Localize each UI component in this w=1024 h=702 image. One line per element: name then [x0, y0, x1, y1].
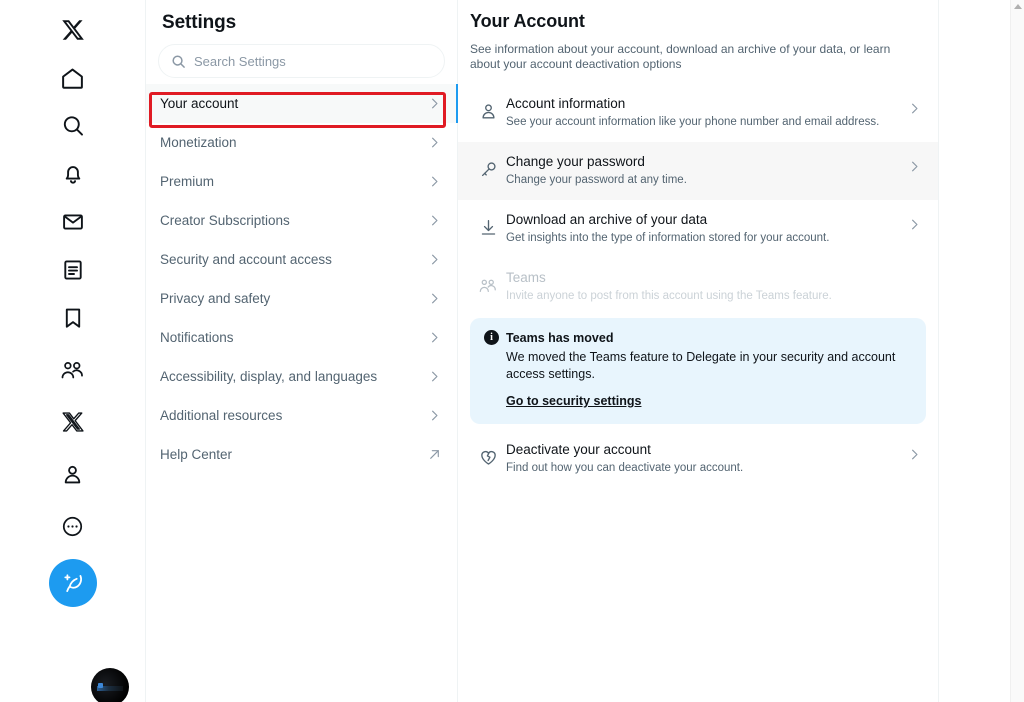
- search-input[interactable]: [194, 45, 432, 77]
- detail-title: Your Account: [470, 11, 585, 31]
- account-row-download-an-archive-of-your-data[interactable]: Download an archive of your data Get insi…: [458, 200, 938, 258]
- settings-item-label: Privacy and safety: [160, 290, 271, 306]
- download-icon: [470, 210, 506, 237]
- search-settings-container: [146, 44, 457, 84]
- row-subtitle: Get insights into the type of informatio…: [506, 232, 830, 244]
- row-title: Teams: [506, 270, 546, 285]
- detail-description: See information about your account, down…: [470, 42, 891, 71]
- row-chevron-placeholder: [902, 268, 926, 276]
- external-link-icon: [428, 448, 441, 461]
- chevron-right-icon: [428, 370, 441, 383]
- settings-item-accessibility-display-and-languages[interactable]: Accessibility, display, and languages: [146, 357, 457, 396]
- x-logo-icon[interactable]: [49, 6, 97, 54]
- bell-icon[interactable]: [49, 150, 97, 198]
- chevron-right-icon: [428, 409, 441, 422]
- settings-item-additional-resources[interactable]: Additional resources: [146, 396, 457, 435]
- chevron-right-icon: [428, 292, 441, 305]
- callout-body: We moved the Teams feature to Delegate i…: [506, 350, 896, 381]
- settings-item-label: Monetization: [160, 134, 237, 150]
- chevron-right-icon: [428, 97, 441, 110]
- your-account-detail-panel: Your Account See information about your …: [458, 0, 939, 702]
- account-row-teams: Teams Invite anyone to post from this acc…: [458, 258, 938, 316]
- teams-people-icon: [470, 268, 506, 296]
- chevron-right-icon: [428, 253, 441, 266]
- avatar-image-accent: [98, 683, 103, 688]
- go-to-security-settings-link[interactable]: Go to security settings: [506, 394, 641, 408]
- chevron-right-icon: [902, 210, 926, 231]
- primary-navigation-rail: [0, 0, 145, 702]
- chevron-right-icon: [428, 331, 441, 344]
- settings-item-label: Premium: [160, 173, 215, 189]
- deactivate-account-text: Deactivate your account Find out how you…: [506, 440, 902, 476]
- scroll-up-arrow-icon[interactable]: [1014, 4, 1022, 9]
- row-title: Deactivate your account: [506, 442, 651, 457]
- account-row-account-information[interactable]: Account information See your account info…: [458, 84, 938, 142]
- home-icon[interactable]: [49, 54, 97, 102]
- settings-item-label: Security and account access: [160, 251, 332, 267]
- row-text: Download an archive of your data Get insi…: [506, 210, 902, 246]
- settings-item-security-and-account-access[interactable]: Security and account access: [146, 240, 457, 279]
- settings-item-label: Additional resources: [160, 407, 283, 423]
- info-icon: i: [484, 330, 499, 345]
- settings-item-monetization[interactable]: Monetization: [146, 123, 457, 162]
- chevron-right-icon: [428, 136, 441, 149]
- communities-icon[interactable]: [49, 346, 97, 394]
- row-text: Teams Invite anyone to post from this acc…: [506, 268, 902, 304]
- settings-item-your-account[interactable]: Your account: [146, 84, 458, 123]
- settings-item-label: Notifications: [160, 329, 234, 345]
- settings-sidebar: Settings Your account Monetization Premium…: [145, 0, 458, 702]
- callout-title: Teams has moved: [506, 330, 614, 345]
- teams-moved-callout: i Teams has moved We moved the Teams fea…: [470, 318, 926, 424]
- settings-item-help-center[interactable]: Help Center: [146, 435, 457, 474]
- row-subtitle: See your account information like your p…: [506, 116, 880, 128]
- search-icon: [171, 54, 186, 69]
- page-scrollbar[interactable]: [1010, 0, 1024, 702]
- settings-item-label: Your account: [160, 95, 239, 111]
- settings-item-creator-subscriptions[interactable]: Creator Subscriptions: [146, 201, 457, 240]
- page-title: Settings: [162, 12, 237, 33]
- account-options-list: Account information See your account info…: [458, 84, 938, 316]
- settings-item-privacy-and-safety[interactable]: Privacy and safety: [146, 279, 457, 318]
- deactivate-account-row[interactable]: Deactivate your account Find out how you…: [458, 430, 938, 488]
- settings-menu-list: Your account Monetization Premium Creator S…: [146, 84, 458, 474]
- account-row-change-your-password[interactable]: Change your password Change your password…: [458, 142, 938, 200]
- settings-item-notifications[interactable]: Notifications: [146, 318, 457, 357]
- row-subtitle: Invite anyone to post from this account …: [506, 290, 832, 302]
- person-icon[interactable]: [49, 450, 97, 498]
- compose-quill-icon[interactable]: [48, 559, 97, 607]
- chevron-right-icon: [428, 175, 441, 188]
- row-subtitle: Change your password at any time.: [506, 174, 687, 186]
- search-settings-box[interactable]: [158, 44, 445, 78]
- row-text: Account information See your account info…: [506, 94, 902, 130]
- search-icon[interactable]: [49, 102, 97, 150]
- person-icon: [470, 94, 506, 121]
- x-premium-icon[interactable]: [49, 398, 97, 446]
- broken-heart-icon: [470, 440, 506, 467]
- callout-header: i Teams has moved: [484, 330, 912, 345]
- settings-item-label: Accessibility, display, and languages: [160, 368, 378, 384]
- more-circle-icon[interactable]: [49, 502, 97, 550]
- row-subtitle: Find out how you can deactivate your acc…: [506, 462, 744, 474]
- row-title: Change your password: [506, 154, 645, 169]
- chevron-right-icon: [428, 214, 441, 227]
- chevron-right-icon: [902, 440, 926, 461]
- mail-icon[interactable]: [49, 198, 97, 246]
- avatar[interactable]: [91, 668, 129, 702]
- key-icon: [470, 152, 506, 179]
- settings-item-label: Help Center: [160, 446, 233, 462]
- row-title: Account information: [506, 96, 626, 111]
- bookmark-icon[interactable]: [49, 294, 97, 342]
- settings-page: Settings Your account Monetization Premium…: [0, 0, 1024, 702]
- settings-item-premium[interactable]: Premium: [146, 162, 457, 201]
- row-title: Download an archive of your data: [506, 212, 708, 227]
- list-icon[interactable]: [49, 246, 97, 294]
- chevron-right-icon: [902, 94, 926, 115]
- row-text: Change your password Change your password…: [506, 152, 902, 188]
- settings-item-label: Creator Subscriptions: [160, 212, 290, 228]
- chevron-right-icon: [902, 152, 926, 173]
